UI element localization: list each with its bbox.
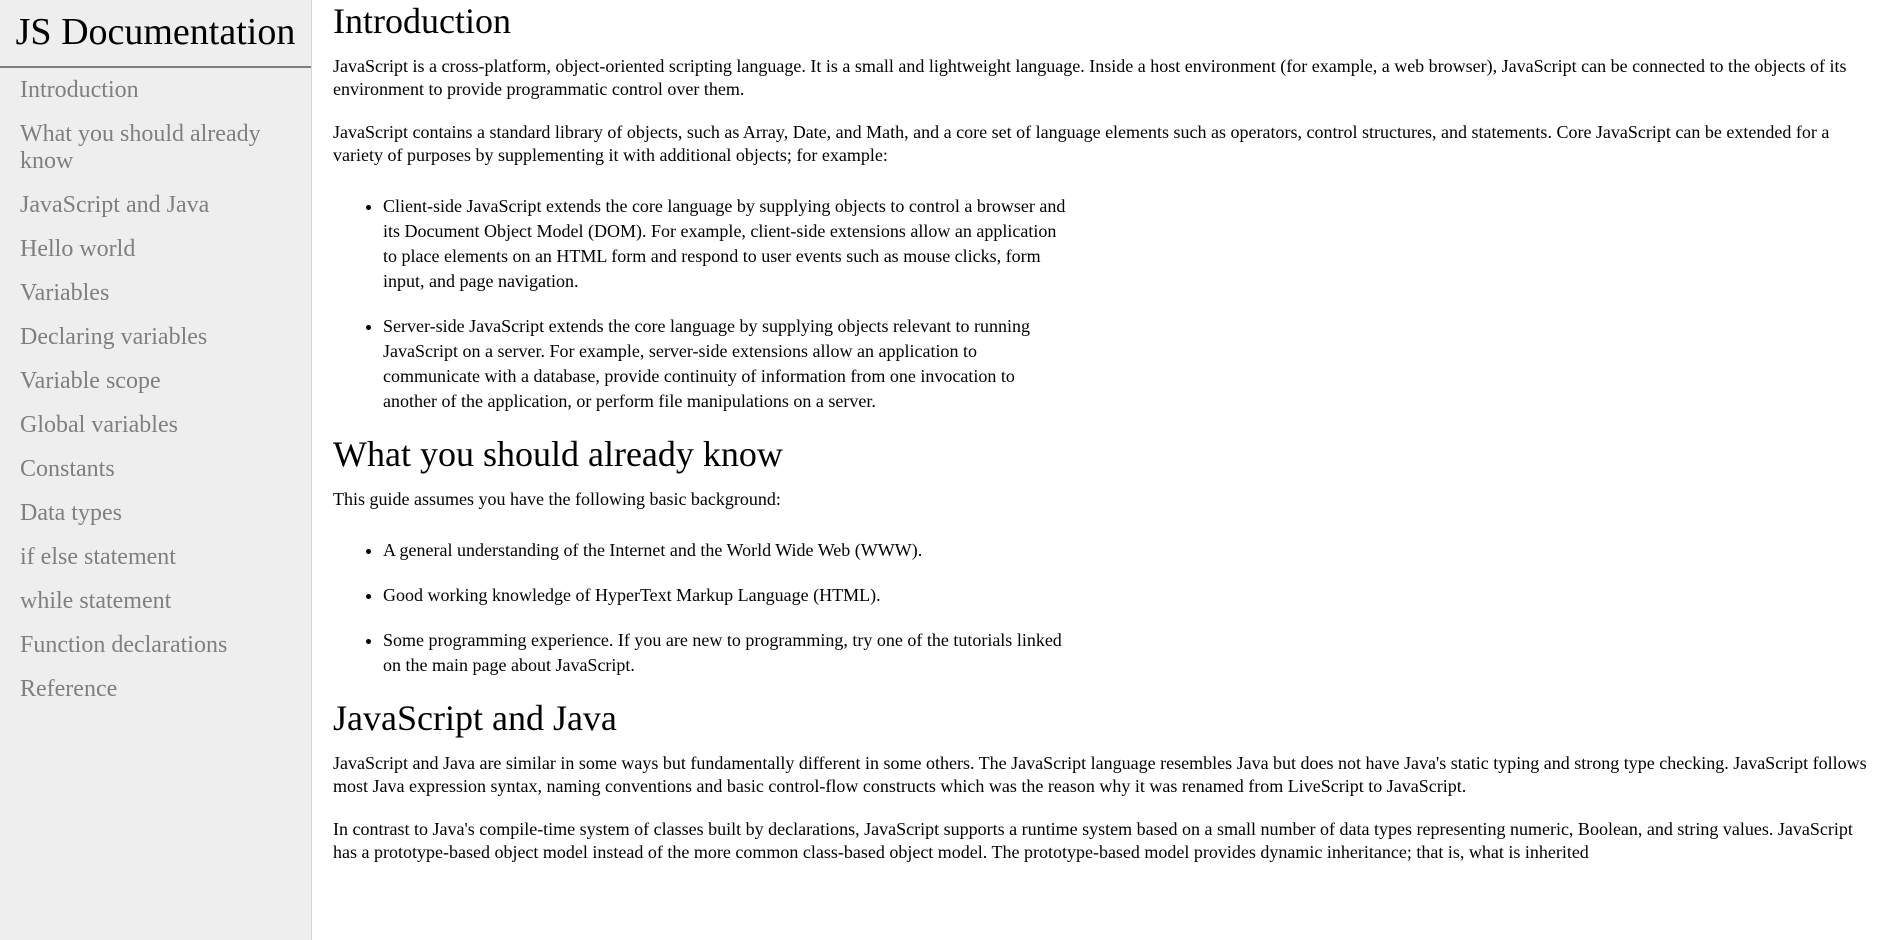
nav-link-variables[interactable]: Variables — [0, 271, 311, 315]
nav-list: Introduction What you should already kno… — [0, 68, 311, 711]
list-item: Client-side JavaScript extends the core … — [383, 194, 1073, 294]
nav-link-reference[interactable]: Reference — [0, 667, 311, 711]
nav-link-function-declarations[interactable]: Function declarations — [0, 623, 311, 667]
nav-link-data-types[interactable]: Data types — [0, 491, 311, 535]
list-item: A general understanding of the Internet … — [383, 538, 1073, 563]
nav-link-variable-scope[interactable]: Variable scope — [0, 359, 311, 403]
list-item: Good working knowledge of HyperText Mark… — [383, 583, 1073, 608]
paragraph: This guide assumes you have the followin… — [333, 489, 781, 509]
list-item: Server-side JavaScript extends the core … — [383, 314, 1073, 414]
list-item: Some programming experience. If you are … — [383, 628, 1073, 678]
paragraph: In contrast to Java's compile-time syste… — [333, 819, 1853, 862]
bullet-list: A general understanding of the Internet … — [333, 538, 1073, 678]
nav-link-hello-world[interactable]: Hello world — [0, 227, 311, 271]
paragraph: JavaScript contains a standard library o… — [333, 122, 1830, 165]
main-doc: Introduction JavaScript is a cross-platf… — [333, 0, 1881, 940]
paragraph: JavaScript and Java are similar in some … — [333, 753, 1867, 796]
section-title: What you should already know — [333, 434, 783, 474]
nav-link-constants[interactable]: Constants — [0, 447, 311, 491]
navbar: JS Documentation Introduction What you s… — [0, 0, 312, 940]
nav-link-javascript-and-java[interactable]: JavaScript and Java — [0, 183, 311, 227]
navbar-title: JS Documentation — [0, 0, 311, 68]
section-what-you-should-already-know: What you should already know This guide … — [333, 434, 1881, 678]
nav-link-if-else-statement[interactable]: if else statement — [0, 535, 311, 579]
bullet-list: Client-side JavaScript extends the core … — [333, 194, 1073, 414]
nav-link-global-variables[interactable]: Global variables — [0, 403, 311, 447]
section-title: Introduction — [333, 1, 511, 41]
nav-link-what-you-should-already-know[interactable]: What you should already know — [0, 112, 311, 183]
nav-link-while-statement[interactable]: while statement — [0, 579, 311, 623]
section-javascript-and-java: JavaScript and Java JavaScript and Java … — [333, 698, 1881, 864]
section-title: JavaScript and Java — [333, 698, 617, 738]
nav-link-introduction[interactable]: Introduction — [0, 68, 311, 112]
paragraph: JavaScript is a cross-platform, object-o… — [333, 56, 1847, 99]
nav-link-declaring-variables[interactable]: Declaring variables — [0, 315, 311, 359]
section-introduction: Introduction JavaScript is a cross-platf… — [333, 1, 1881, 414]
